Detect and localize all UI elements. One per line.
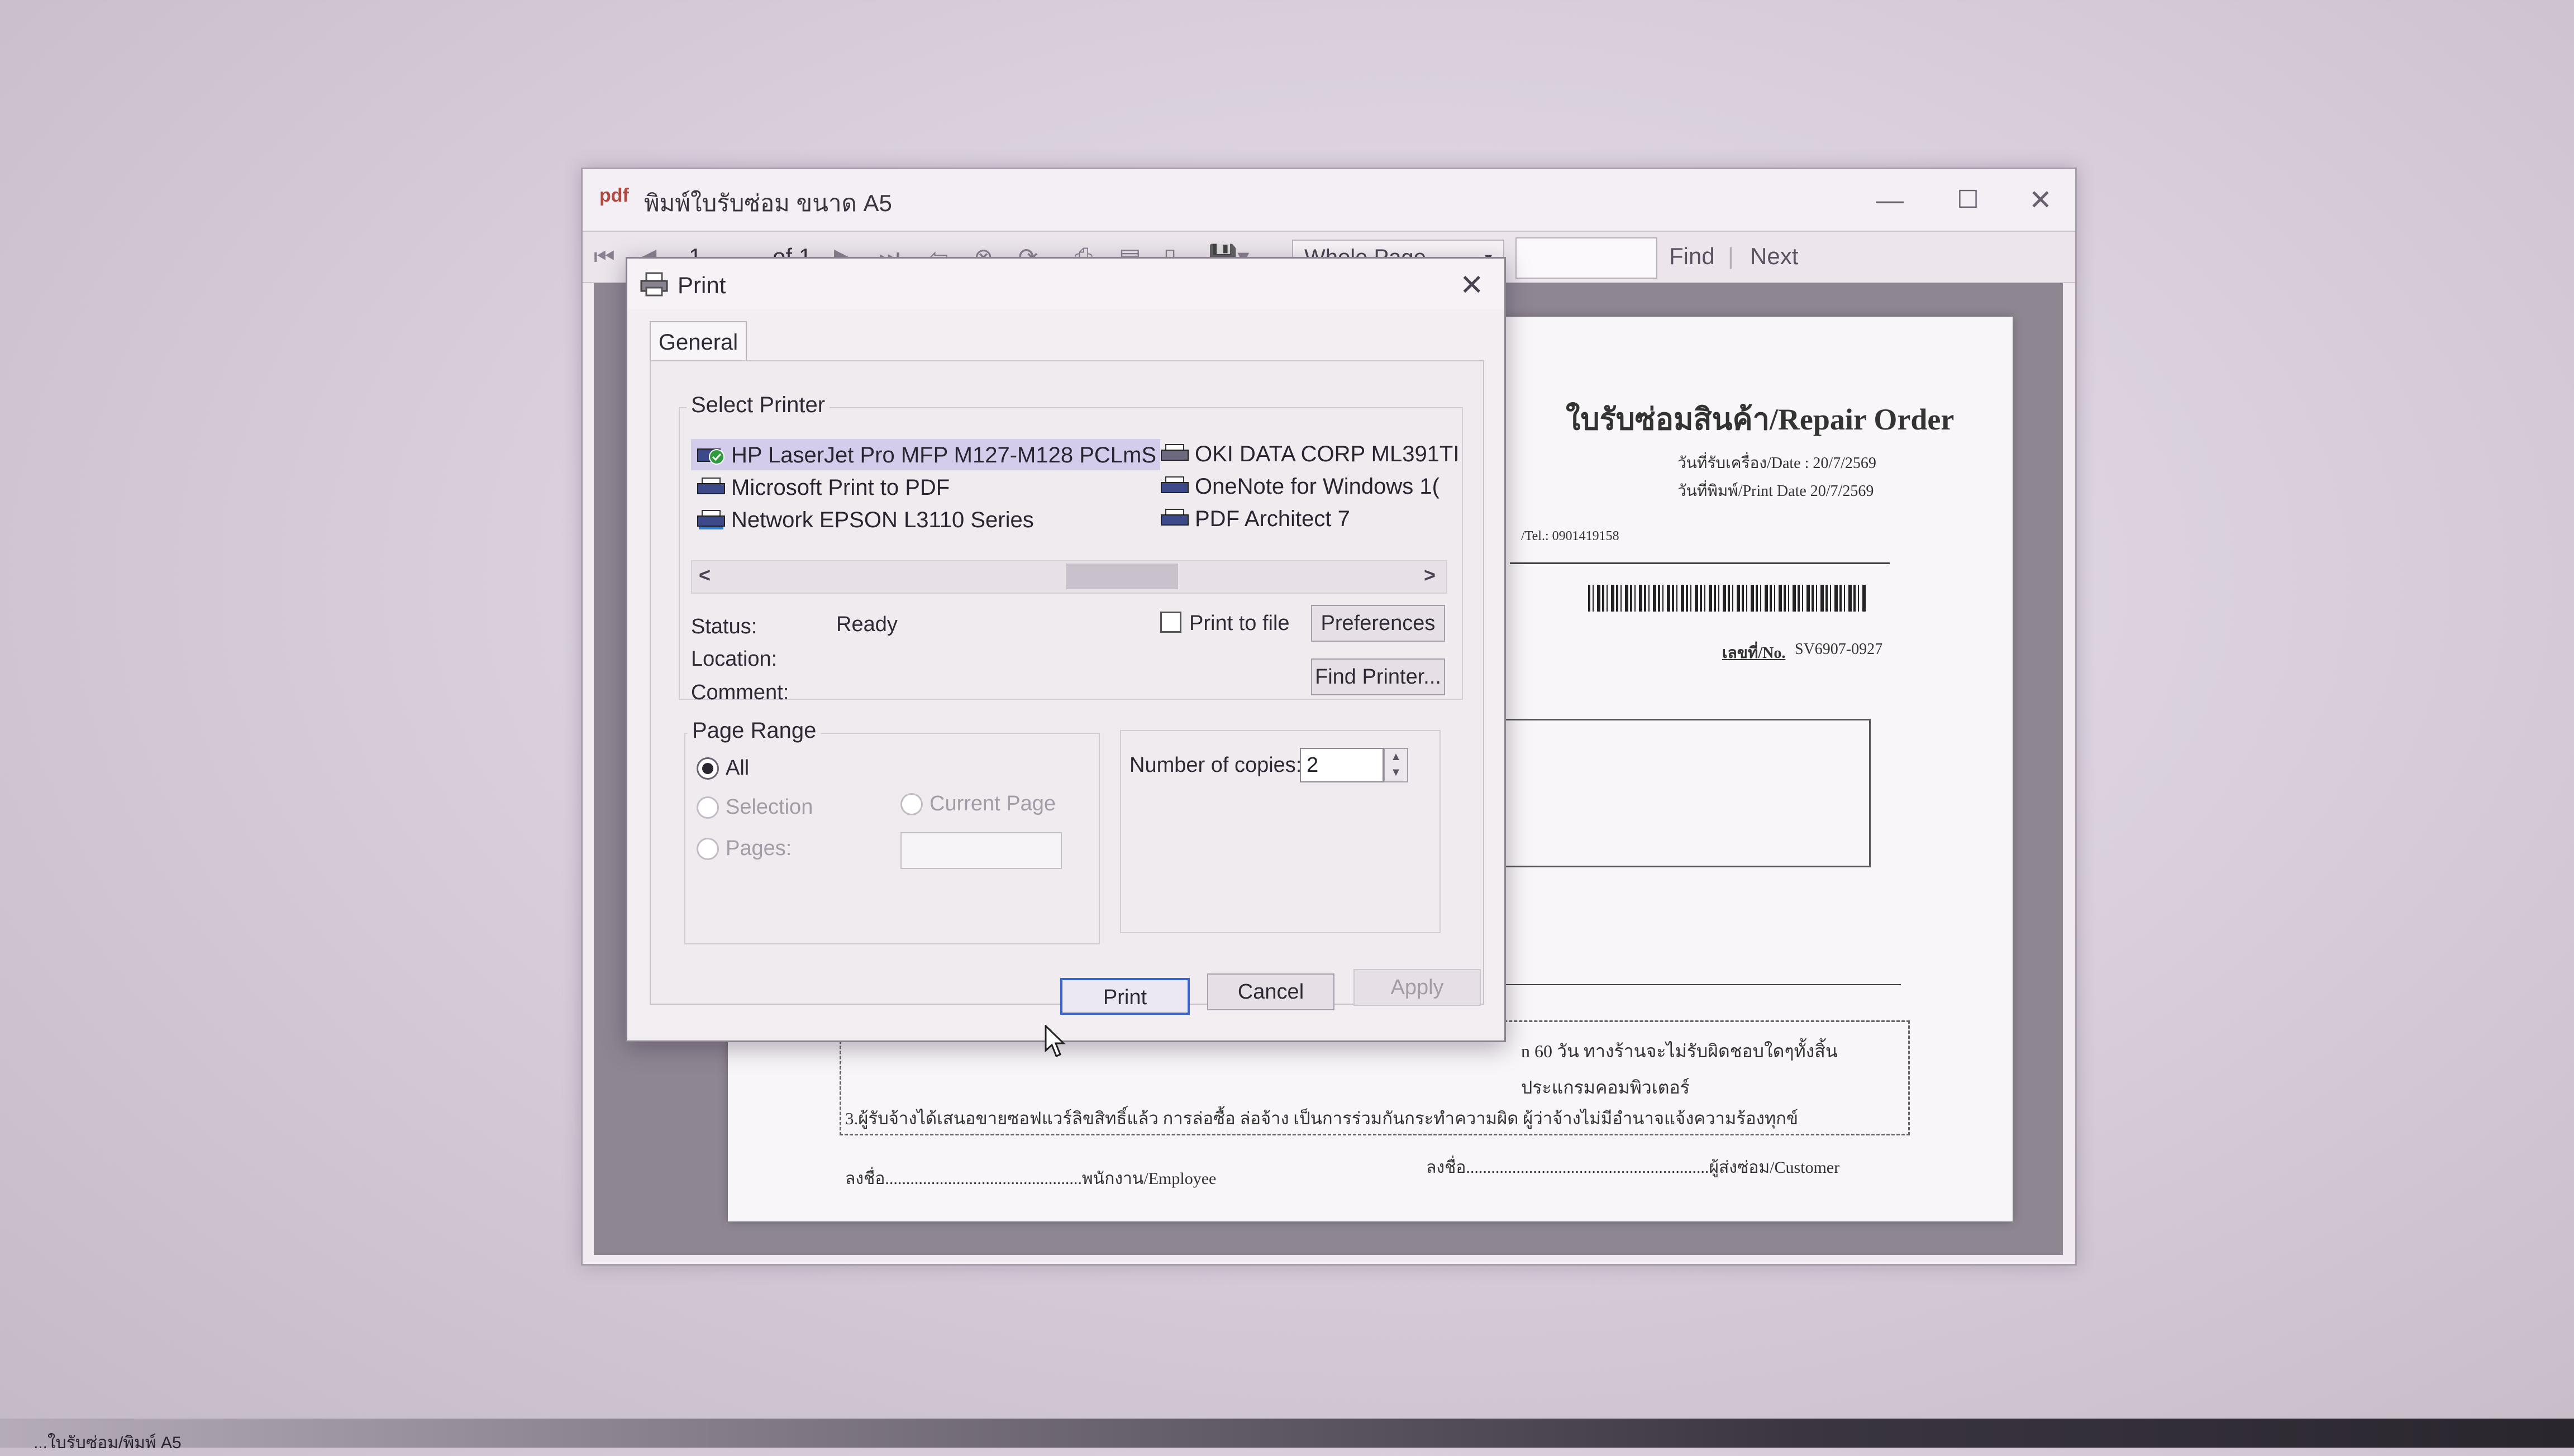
title-bar[interactable]: pdf พิมพ์ใบรับซ่อม ขนาด A5 — ☐ ✕ (583, 169, 2075, 232)
default-printer-icon (697, 448, 724, 465)
range-selection-radio[interactable] (697, 796, 719, 819)
term-line-2: ประแกรมคอมพิวเตอร์ (1521, 1077, 1690, 1097)
page-range-group: Page Range All Selection Current Page Pa… (684, 718, 1100, 944)
customer-signature: ลงชื่อ..................................… (1426, 1158, 1840, 1177)
maximize-button[interactable]: ☐ (1934, 182, 2001, 218)
details-box (1476, 719, 1871, 867)
preferences-button[interactable]: Preferences (1311, 605, 1445, 642)
scroll-right-arrow[interactable]: > (1424, 564, 1436, 587)
taskbar (0, 1419, 2574, 1448)
printer-icon (640, 272, 668, 297)
scroll-left-arrow[interactable]: < (699, 564, 711, 587)
printer-name: Network EPSON L3110 Series (731, 507, 1034, 532)
printer-name: OneNote for Windows 1( (1195, 474, 1439, 499)
print-date: วันที่พิมพ์/Print Date 20/7/2569 (1677, 483, 1874, 500)
print-dialog: Print ✕ General Select Printer HP LaserJ… (626, 257, 1506, 1042)
apply-button[interactable]: Apply (1353, 969, 1481, 1006)
barcode (1588, 585, 1867, 612)
status-value: Ready (836, 613, 898, 636)
divider (1510, 562, 1890, 564)
find-printer-button[interactable]: Find Printer... (1311, 658, 1445, 695)
printer-list-scrollbar[interactable]: < > (691, 560, 1447, 594)
dialog-title-bar[interactable]: Print ✕ (627, 259, 1504, 309)
range-current-page-label: Current Page (930, 792, 1056, 815)
page-range-label: Page Range (688, 718, 821, 743)
copies-label: Number of copies: (1129, 753, 1302, 777)
term-line-1: n 60 วัน ทางร้านจะไม่รับผิดชอบใดๆทั้งสิ้… (1521, 1041, 1838, 1061)
repair-number: SV6907-0927 (1795, 641, 1883, 658)
received-date: วันที่รับเครื่อง/Date : 20/7/2569 (1677, 455, 1876, 472)
taskbar-item-label[interactable]: ...ใบรับซ่อม/พิมพ์ A5 (34, 1430, 182, 1456)
range-pages-radio[interactable] (697, 838, 719, 860)
employee-signature: ลงชื่อ..................................… (845, 1169, 1217, 1188)
range-all-radio[interactable] (697, 757, 719, 780)
general-tab-panel: Select Printer HP LaserJet Pro MFP M127-… (650, 360, 1484, 1005)
printer-item-oki[interactable]: OKI DATA CORP ML391TI (1160, 441, 1459, 467)
printer-name: OKI DATA CORP ML391TI (1195, 441, 1460, 466)
find-input[interactable] (1515, 237, 1657, 279)
pdf-app-icon: pdf (599, 185, 629, 206)
printer-item-hp[interactable]: HP LaserJet Pro MFP M127-M128 PCLmS (697, 442, 1156, 469)
tab-general[interactable]: General (650, 321, 747, 362)
next-button[interactable]: Next (1750, 243, 1798, 270)
dialog-title: Print (678, 272, 726, 298)
network-printer-icon (697, 510, 725, 529)
printer-item-onenote[interactable]: OneNote for Windows 1( (1160, 473, 1439, 500)
printer-icon (697, 478, 725, 494)
minimize-button[interactable]: — (1856, 182, 1923, 218)
comment-label: Comment: (691, 681, 789, 704)
status-label: Status: (691, 615, 757, 638)
term-line-3: 3.ผู้รับจ้างได้เสนอขายซอฟแวร์ลิขสิทธิ์แล… (845, 1109, 1799, 1128)
copies-group: Number of copies: 2 ▲ ▼ (1120, 730, 1441, 933)
copies-input[interactable]: 2 (1300, 748, 1384, 782)
printer-item-ms-pdf[interactable]: Microsoft Print to PDF (697, 474, 950, 501)
printer-icon (1161, 509, 1189, 526)
printer-icon (1161, 476, 1189, 493)
printer-name: PDF Architect 7 (1195, 506, 1350, 531)
copies-stepper[interactable]: ▲ ▼ (1384, 748, 1408, 782)
print-to-file-checkbox[interactable] (1160, 612, 1181, 633)
range-pages-label: Pages: (726, 837, 792, 860)
printer-icon (1161, 444, 1189, 461)
range-all-label: All (726, 756, 750, 780)
find-button[interactable]: Find (1669, 243, 1715, 270)
scrollbar-thumb[interactable] (1066, 564, 1178, 589)
select-printer-group: Select Printer HP LaserJet Pro MFP M127-… (679, 393, 1463, 704)
pages-input[interactable] (900, 832, 1062, 869)
range-selection-label: Selection (726, 795, 813, 819)
close-button[interactable]: ✕ (2007, 182, 2074, 218)
phone-number: /Tel.: 0901419158 (1521, 529, 1619, 543)
range-current-page-radio[interactable] (900, 793, 923, 815)
select-printer-label: Select Printer (687, 393, 830, 418)
print-to-file-label: Print to file (1189, 612, 1290, 635)
location-label: Location: (691, 647, 778, 671)
first-page-icon[interactable]: ⏮ (594, 242, 615, 272)
window-title: พิมพ์ใบรับซ่อม ขนาด A5 (644, 190, 892, 216)
printer-name: HP LaserJet Pro MFP M127-M128 PCLmS (731, 442, 1157, 467)
document-title: ใบรับซ่อมสินค้า/Repair Order (1566, 403, 1955, 436)
print-button[interactable]: Print (1060, 978, 1190, 1015)
cancel-button[interactable]: Cancel (1207, 973, 1334, 1010)
printer-name: Microsoft Print to PDF (731, 475, 950, 500)
number-label: เลขที่/No. (1722, 645, 1786, 662)
printer-item-epson[interactable]: Network EPSON L3110 Series (697, 507, 1034, 533)
dialog-close-button[interactable]: ✕ (1460, 269, 1484, 302)
printer-item-pdf-architect[interactable]: PDF Architect 7 (1160, 505, 1350, 532)
mouse-cursor-icon (1045, 1025, 1066, 1057)
separator: | (1728, 243, 1734, 269)
